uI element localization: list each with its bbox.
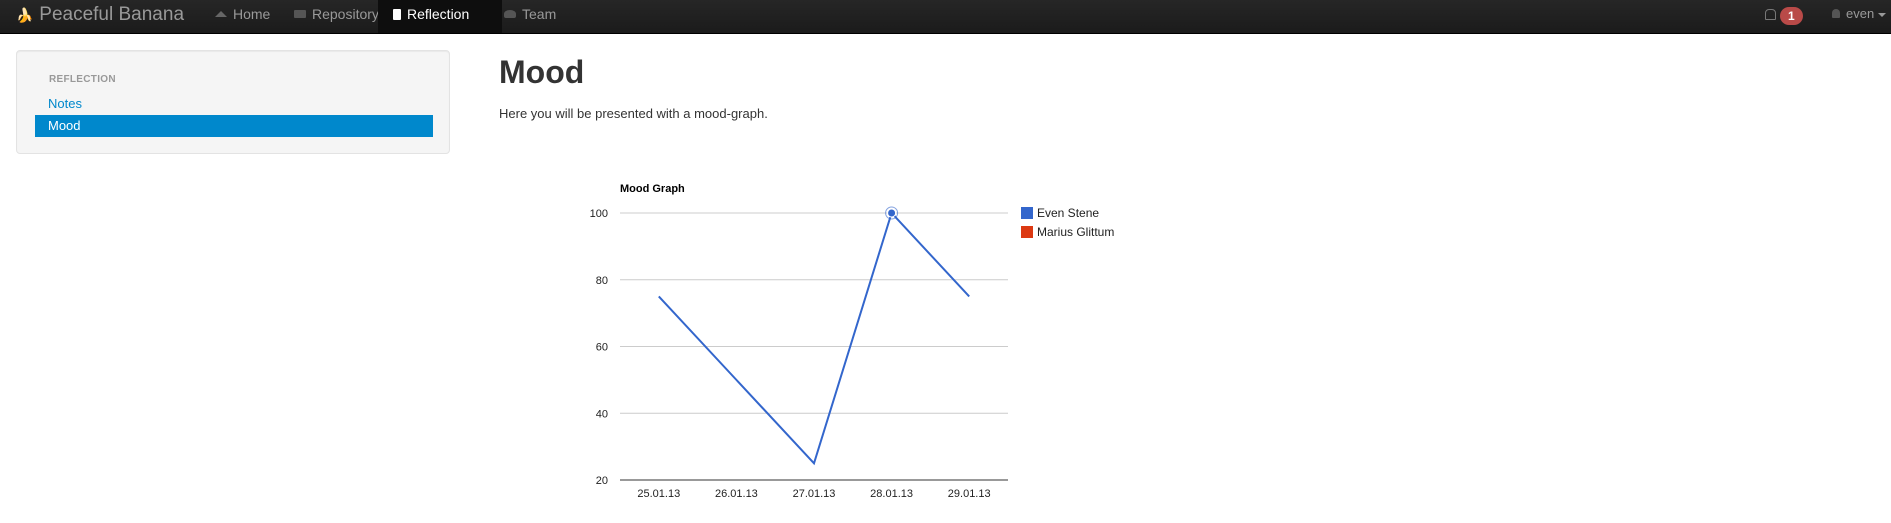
sidebar-item-notes[interactable]: Notes: [35, 93, 433, 115]
sidebar: REFLECTION Notes Mood: [16, 50, 450, 154]
user-menu[interactable]: even: [1832, 0, 1887, 30]
nav-home-label: Home: [233, 6, 271, 22]
nav-reflection-label: Reflection: [407, 6, 470, 22]
bell-icon[interactable]: [1765, 9, 1776, 20]
nav-repository[interactable]: Repository: [284, 0, 389, 33]
legend-label-1: Marius Glittum: [1037, 225, 1114, 239]
folder-icon: [294, 10, 306, 19]
book-icon: [393, 8, 401, 20]
sidebar-item-mood[interactable]: Mood: [35, 115, 433, 137]
x-tick-label: 26.01.13: [715, 488, 758, 500]
x-tick-label: 28.01.13: [870, 488, 913, 500]
y-tick-label: 60: [596, 342, 608, 354]
page-title: Mood: [499, 54, 585, 90]
nav-reflection[interactable]: Reflection: [378, 0, 502, 33]
y-tick-label: 20: [596, 475, 608, 487]
nav-team-label: Team: [522, 6, 557, 22]
nav-home[interactable]: Home: [205, 0, 280, 33]
mood-graph-chart: Mood Graph 20 40 60 80 100 25.01.13 26.01.13 27.…: [590, 183, 1115, 500]
notification-badge[interactable]: 1: [1780, 7, 1803, 25]
user-icon: [1832, 9, 1840, 19]
user-name: even: [1846, 6, 1875, 21]
brand-name: Peaceful Banana: [39, 4, 185, 26]
y-tick-label: 40: [596, 408, 608, 420]
team-icon: [504, 10, 516, 19]
page-description: Here you will be presented with a mood-g…: [499, 106, 768, 121]
highlight-point: [887, 208, 897, 218]
chart-title: Mood Graph: [620, 183, 685, 195]
banana-logo-icon: 🍌: [16, 7, 34, 23]
x-tick-label: 27.01.13: [793, 488, 836, 500]
legend-swatch-1: [1021, 226, 1033, 238]
caret-down-icon: [1878, 12, 1887, 17]
y-tick-label: 80: [596, 275, 608, 287]
y-tick-label: 100: [590, 208, 608, 220]
top-navbar: 🍌 Peaceful Banana Home Repository Reflec…: [0, 0, 1891, 34]
x-tick-label: 25.01.13: [637, 488, 680, 500]
brand-link[interactable]: 🍌 Peaceful Banana: [16, 0, 184, 33]
x-tick-label: 29.01.13: [948, 488, 991, 500]
nav-team[interactable]: Team: [494, 0, 566, 33]
home-icon: [215, 11, 227, 18]
legend-label-0: Even Stene: [1037, 206, 1099, 220]
series-line-0: [658, 211, 970, 466]
nav-repository-label: Repository: [312, 6, 379, 22]
sidebar-header: REFLECTION: [49, 74, 116, 85]
legend-swatch-0: [1021, 207, 1033, 219]
